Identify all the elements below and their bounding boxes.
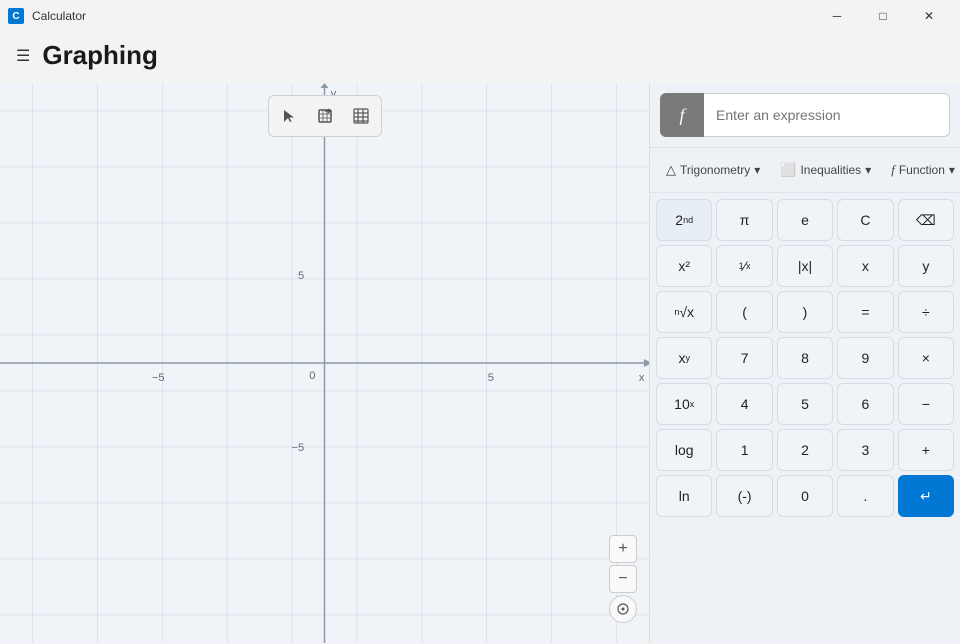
key-decimal[interactable]: .	[837, 475, 893, 517]
trigonometry-dropdown-icon: ▾	[754, 163, 760, 177]
graph-canvas: x y 5 −5 5 −5 0	[0, 83, 649, 643]
key-pi[interactable]: π	[716, 199, 772, 241]
keypad: 2nd π e C ⌫ x² 1⁄x |x| x y n√x ( ) = ÷	[650, 193, 960, 643]
main-layout: x y 5 −5 5 −5 0 + −	[0, 83, 960, 643]
tab-inequalities[interactable]: ⬜ Inequalities ▾	[770, 156, 881, 184]
key-9[interactable]: 9	[837, 337, 893, 379]
zoom-in-button[interactable]: +	[609, 535, 637, 563]
key-5[interactable]: 5	[777, 383, 833, 425]
app-icon: C	[8, 8, 24, 24]
inequalities-dropdown-icon: ▾	[865, 163, 871, 177]
keypad-row-2: n√x ( ) = ÷	[656, 291, 954, 333]
graph-toolbar	[268, 95, 382, 137]
key-e[interactable]: e	[777, 199, 833, 241]
key-x-power-y[interactable]: xy	[656, 337, 712, 379]
key-6[interactable]: 6	[837, 383, 893, 425]
key-enter[interactable]: ↵	[898, 475, 954, 517]
zoom-out-button[interactable]: −	[609, 565, 637, 593]
menu-icon[interactable]: ☰	[16, 46, 30, 66]
title-bar-left: C Calculator	[8, 8, 86, 24]
key-x[interactable]: x	[837, 245, 893, 287]
key-nth-root[interactable]: n√x	[656, 291, 712, 333]
minimize-button[interactable]: ─	[814, 0, 860, 32]
maximize-button[interactable]: □	[860, 0, 906, 32]
key-2nd[interactable]: 2nd	[656, 199, 712, 241]
keypad-row-5: log 1 2 3 +	[656, 429, 954, 471]
key-clear[interactable]: C	[837, 199, 893, 241]
key-1[interactable]: 1	[716, 429, 772, 471]
expression-input-area: f	[650, 83, 960, 148]
key-2[interactable]: 2	[777, 429, 833, 471]
inequalities-icon: ⬜	[780, 162, 796, 178]
table-button[interactable]	[345, 100, 377, 132]
trigonometry-label: Trigonometry	[680, 163, 750, 177]
svg-text:−5: −5	[152, 372, 165, 384]
key-open-paren[interactable]: (	[716, 291, 772, 333]
tab-trigonometry[interactable]: △ Trigonometry ▾	[656, 156, 770, 184]
app-header: ☰ Graphing	[0, 32, 960, 83]
svg-text:0: 0	[309, 370, 315, 382]
key-x-squared[interactable]: x²	[656, 245, 712, 287]
select-tool-button[interactable]	[273, 100, 305, 132]
keypad-row-1: x² 1⁄x |x| x y	[656, 245, 954, 287]
zoom-center-button[interactable]	[609, 595, 637, 623]
function-icon: f	[891, 162, 895, 178]
key-reciprocal[interactable]: 1⁄x	[716, 245, 772, 287]
title-bar: C Calculator ─ □ ✕	[0, 0, 960, 32]
svg-text:x: x	[639, 372, 645, 384]
right-panel: f △ Trigonometry ▾ ⬜ Inequalities ▾ f Fu…	[650, 83, 960, 643]
key-abs[interactable]: |x|	[777, 245, 833, 287]
key-close-paren[interactable]: )	[777, 291, 833, 333]
graph-area: x y 5 −5 5 −5 0 + −	[0, 83, 650, 643]
key-negate[interactable]: (-)	[716, 475, 772, 517]
keypad-row-4: 10x 4 5 6 −	[656, 383, 954, 425]
keypad-row-6: ln (-) 0 . ↵	[656, 475, 954, 517]
zoom-controls: + −	[609, 535, 637, 623]
app-title-bar: Calculator	[32, 9, 86, 23]
function-label: Function	[899, 163, 945, 177]
share-button[interactable]	[309, 100, 341, 132]
page-title: Graphing	[42, 40, 158, 71]
function-dropdown-icon: ▾	[949, 163, 955, 177]
key-8[interactable]: 8	[777, 337, 833, 379]
svg-text:5: 5	[488, 372, 494, 384]
key-3[interactable]: 3	[837, 429, 893, 471]
key-7[interactable]: 7	[716, 337, 772, 379]
svg-text:−5: −5	[292, 442, 305, 454]
svg-text:5: 5	[298, 270, 304, 282]
key-4[interactable]: 4	[716, 383, 772, 425]
function-type-button[interactable]: f	[660, 93, 704, 137]
trigonometry-icon: △	[666, 162, 676, 178]
keypad-row-0: 2nd π e C ⌫	[656, 199, 954, 241]
key-ln[interactable]: ln	[656, 475, 712, 517]
key-log[interactable]: log	[656, 429, 712, 471]
key-10x[interactable]: 10x	[656, 383, 712, 425]
key-subtract[interactable]: −	[898, 383, 954, 425]
function-f-label: f	[679, 105, 684, 126]
key-add[interactable]: +	[898, 429, 954, 471]
key-0[interactable]: 0	[777, 475, 833, 517]
key-multiply[interactable]: ×	[898, 337, 954, 379]
function-tabs: △ Trigonometry ▾ ⬜ Inequalities ▾ f Func…	[650, 148, 960, 193]
key-equals[interactable]: =	[837, 291, 893, 333]
keypad-row-3: xy 7 8 9 ×	[656, 337, 954, 379]
inequalities-label: Inequalities	[800, 163, 861, 177]
window-controls: ─ □ ✕	[814, 0, 952, 32]
key-backspace[interactable]: ⌫	[898, 199, 954, 241]
tab-function[interactable]: f Function ▾	[881, 156, 960, 184]
close-button[interactable]: ✕	[906, 0, 952, 32]
key-divide[interactable]: ÷	[898, 291, 954, 333]
key-y[interactable]: y	[898, 245, 954, 287]
expression-input[interactable]	[704, 93, 950, 137]
